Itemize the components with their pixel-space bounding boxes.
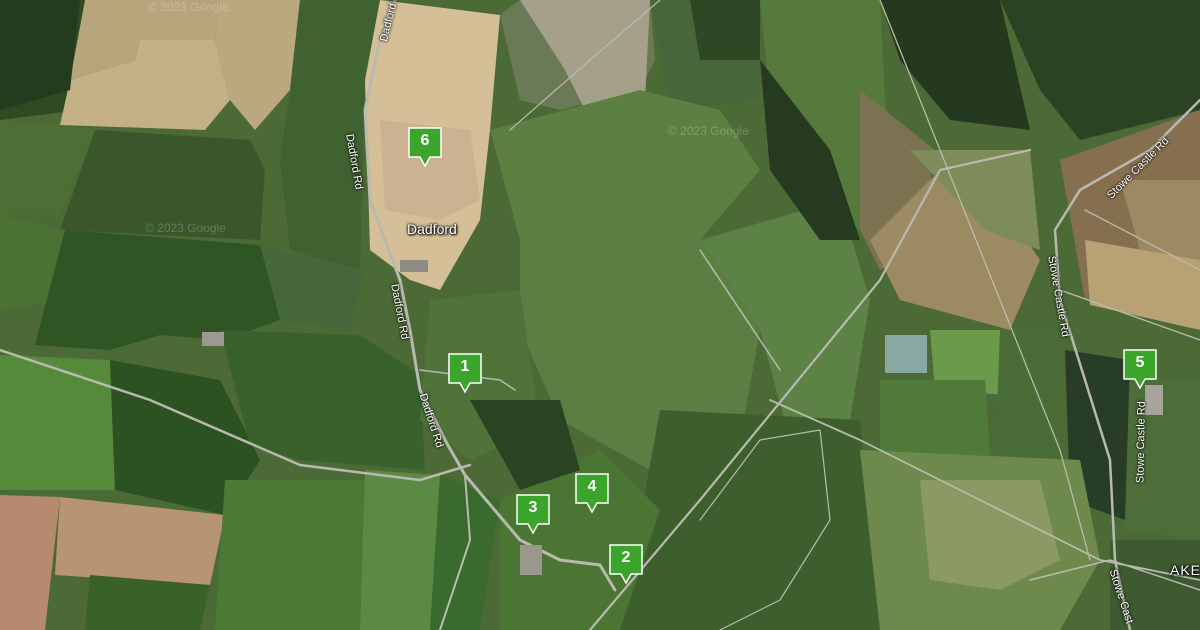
marker-label: 2 (621, 549, 631, 566)
map-marker-2[interactable]: 2 (608, 543, 644, 585)
marker-label: 5 (1135, 354, 1145, 371)
map-watermark-1: © 2023 Google (148, 0, 229, 14)
map-marker-1[interactable]: 1 (447, 352, 483, 394)
place-label-dadford: Dadford (407, 221, 457, 237)
map-marker-3[interactable]: 3 (515, 493, 551, 535)
map-marker-5[interactable]: 5 (1122, 348, 1158, 390)
marker-label: 4 (587, 478, 597, 495)
map-watermark-2: © 2023 Google (145, 221, 226, 235)
place-label-ake: AKE (1170, 562, 1200, 578)
marker-label: 3 (528, 499, 538, 516)
road-label-stowe-castle-rd-3: Stowe Castle Rd (1134, 401, 1148, 484)
map-watermark-3: © 2023 Google (668, 124, 749, 138)
marker-label: 1 (460, 358, 470, 375)
map-marker-6[interactable]: 6 (407, 126, 443, 168)
satellite-map[interactable]: © 2023 Google © 2023 Google © 2023 Googl… (0, 0, 1200, 630)
map-marker-4[interactable]: 4 (574, 472, 610, 514)
marker-label: 6 (420, 132, 430, 149)
satellite-imagery (0, 0, 1200, 630)
